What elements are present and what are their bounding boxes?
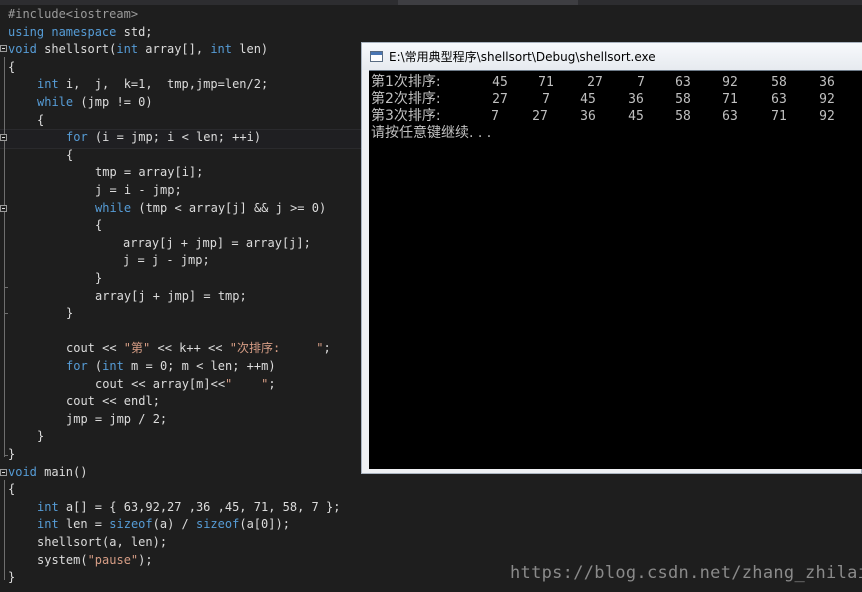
console-value: 45 — [492, 75, 508, 90]
code-line-26: } — [8, 447, 16, 461]
code-line-27: void main() — [8, 464, 88, 479]
console-value: 92 — [722, 75, 738, 90]
console-value: 27 — [587, 75, 603, 90]
code-line-16: } — [95, 271, 103, 285]
collapse-toggle-for[interactable] — [0, 134, 7, 141]
code-line-2: using namespace std; — [8, 24, 153, 39]
console-row-label: 第2次排序: — [371, 91, 441, 107]
console-row-label: 第3次排序: — [371, 108, 441, 124]
console-value: 58 — [675, 109, 691, 124]
code-line-5: int i, j, k=1, tmp,jmp=len/2; — [37, 77, 269, 92]
collapse-toggle-main[interactable] — [0, 469, 7, 476]
console-row-3: 第3次排序: 7 27 36 45 58 63 71 92 — [371, 108, 835, 125]
console-value: 71 — [722, 92, 738, 107]
console-app-icon[interactable] — [370, 51, 383, 62]
code-line-20: cout << "第" << k++ << "次排序: "; — [66, 341, 331, 356]
console-value: 27 — [532, 109, 548, 124]
console-titlebar[interactable]: E:\常用典型程序\shellsort\Debug\shellsort.exe — [362, 43, 862, 70]
console-value: 45 — [580, 92, 596, 107]
console-value: 92 — [819, 109, 835, 124]
code-line-32: system("pause"); — [37, 552, 153, 567]
code-line-15: j = j - jmp; — [123, 253, 210, 268]
console-value: 63 — [771, 92, 787, 107]
console-row-2: 第2次排序: 27 7 45 36 58 71 63 92 — [371, 91, 835, 108]
code-line-6: while (jmp != 0) — [37, 95, 153, 109]
console-value: 7 — [542, 92, 550, 107]
console-pause-prompt: 请按任意键继续. . . — [371, 125, 492, 141]
code-line-22: cout << array[m]<<" "; — [95, 376, 276, 391]
code-line-1: #include<iostream> — [8, 7, 139, 21]
code-line-31: shellsort(a, len); — [37, 535, 168, 549]
code-line-7: { — [37, 112, 45, 127]
code-line-10: tmp = array[i]; — [95, 165, 204, 180]
watermark-url: https://blog.csdn.net/zhang_zhilai — [510, 563, 862, 583]
console-value: 7 — [491, 109, 499, 124]
console-value: 63 — [675, 75, 691, 90]
console-value: 63 — [722, 109, 738, 124]
console-value: 36 — [819, 75, 835, 90]
code-line-9: { — [66, 147, 74, 162]
code-line-24: jmp = jmp / 2; — [66, 411, 168, 426]
fold-end-tick — [4, 313, 8, 314]
code-line-25: } — [37, 429, 45, 444]
code-line-21: for (int m = 0; m < len; ++m) — [66, 359, 276, 373]
console-value: 71 — [771, 109, 787, 124]
fold-end-tick — [4, 287, 8, 288]
outline-margin — [0, 5, 8, 592]
console-window[interactable]: E:\常用典型程序\shellsort\Debug\shellsort.exe … — [361, 42, 862, 474]
console-value: 45 — [628, 109, 644, 124]
fold-guide — [4, 57, 5, 457]
fold-guide-main — [4, 480, 5, 580]
code-line-3: void shellsort(int array[], int len) — [8, 42, 269, 57]
code-line-14: array[j + jmp] = array[j]; — [123, 235, 311, 250]
console-value: 71 — [538, 75, 554, 90]
console-screen[interactable]: 第1次排序: 45 71 27 7 63 92 58 36 第2次排序: 27 … — [369, 70, 862, 469]
code-line-11: j = i - jmp; — [95, 183, 182, 197]
console-value: 7 — [637, 75, 645, 90]
code-line-23: cout << endl; — [66, 394, 160, 409]
code-line-13: { — [95, 218, 103, 233]
code-line-29: int a[] = { 63,92,27 ,36 ,45, 71, 58, 7 … — [37, 499, 341, 514]
console-row-label: 第1次排序: — [371, 74, 441, 90]
code-line-8: for (i = jmp; i < len; ++i) — [66, 130, 262, 145]
code-line-33: } — [8, 570, 16, 585]
console-title: E:\常用典型程序\shellsort\Debug\shellsort.exe — [389, 50, 656, 64]
code-line-28: { — [8, 482, 16, 497]
console-value: 58 — [675, 92, 691, 107]
console-value: 27 — [492, 92, 508, 107]
console-value: 92 — [819, 92, 835, 107]
console-value: 36 — [580, 109, 596, 124]
code-line-17: array[j + jmp] = tmp; — [95, 288, 247, 303]
console-value: 58 — [771, 75, 787, 90]
code-line-4: { — [8, 59, 16, 74]
code-line-30: int len = sizeof(a) / sizeof(a[0]); — [37, 517, 290, 532]
console-value: 36 — [628, 92, 644, 107]
collapse-toggle-shellsort[interactable] — [0, 45, 7, 52]
code-line-12: while (tmp < array[j] && j >= 0) — [95, 200, 327, 215]
console-row-1: 第1次排序: 45 71 27 7 63 92 58 36 — [371, 74, 835, 91]
code-line-18: } — [66, 306, 74, 321]
collapse-toggle-while[interactable] — [0, 205, 7, 212]
